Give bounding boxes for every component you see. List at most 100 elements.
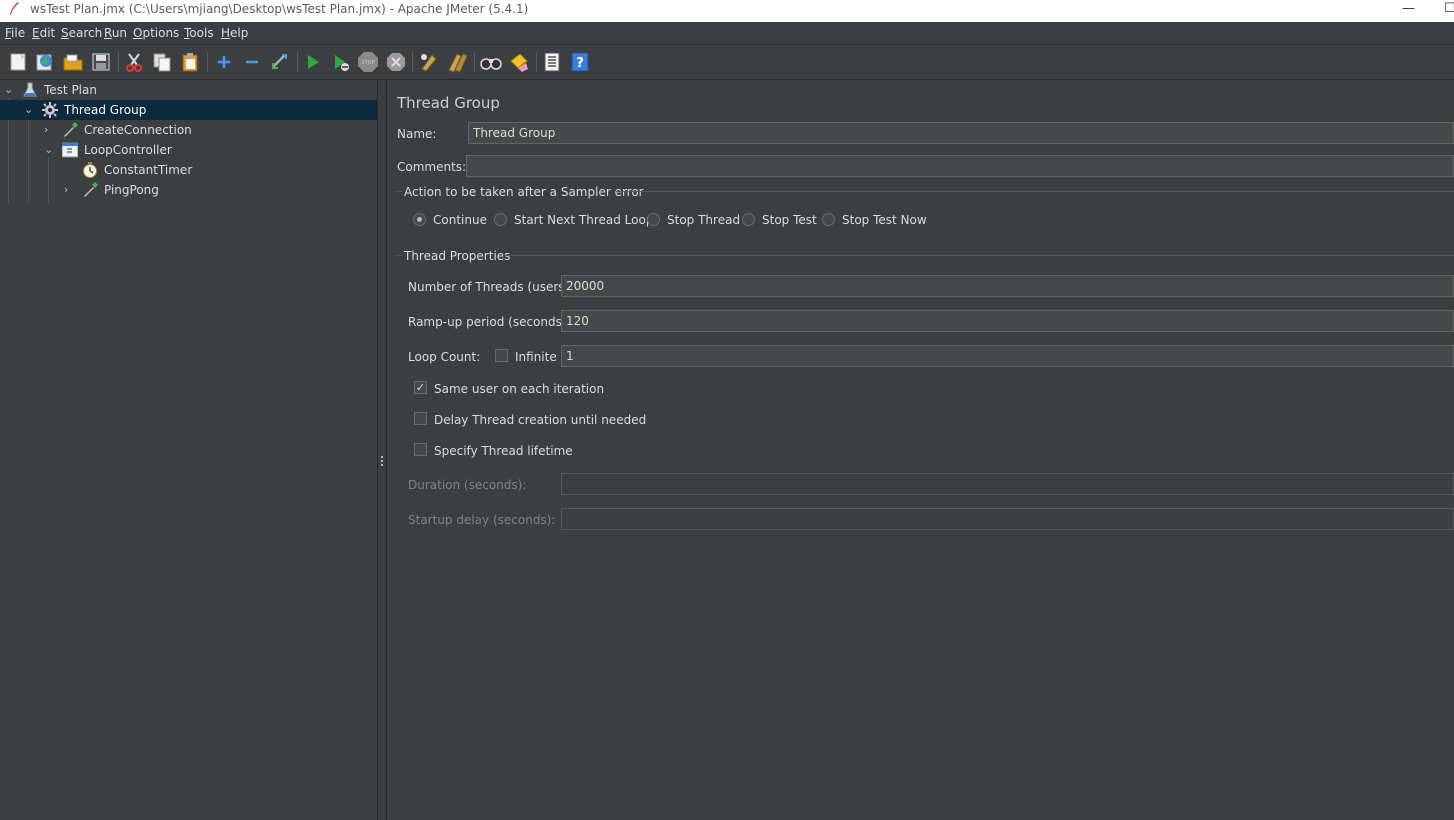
comments-field[interactable]: [466, 155, 1454, 177]
radio-stop-test-now[interactable]: [822, 213, 835, 226]
tree-node-test-plan[interactable]: ⌄ Test Plan: [0, 80, 377, 100]
reset-search-icon[interactable]: [508, 51, 530, 73]
section-border: [503, 255, 1454, 256]
panel-splitter[interactable]: [378, 80, 387, 820]
menu-bar: File Edit Search Run Options Tools Help: [0, 22, 1454, 45]
name-label: Name:: [397, 127, 437, 141]
thread-properties-legend: Thread Properties: [404, 249, 511, 263]
menu-help[interactable]: Help: [221, 26, 248, 40]
thread-lifetime-checkbox[interactable]: [414, 443, 427, 456]
section-border: [397, 255, 402, 256]
tree-node-loop-controller[interactable]: ⌄ LoopController: [0, 140, 377, 160]
menu-tools[interactable]: Tools: [184, 26, 214, 40]
tree-node-ping-pong[interactable]: › PingPong: [0, 180, 377, 200]
radio-continue[interactable]: [413, 213, 426, 226]
same-user-checkbox[interactable]: ✓: [414, 381, 427, 394]
radio-stop-thread-label: Stop Thread: [667, 213, 741, 227]
thread-lifetime-label: Specify Thread lifetime: [434, 444, 573, 458]
rampup-label: Ramp-up period (seconds):: [408, 315, 571, 329]
delay-thread-label: Delay Thread creation until needed: [434, 413, 647, 427]
tree-node-label: CreateConnection: [84, 123, 192, 137]
tree-node-label: Test Plan: [44, 83, 97, 97]
paste-icon[interactable]: [179, 51, 201, 73]
radio-stop-test[interactable]: [742, 213, 755, 226]
error-action-legend: Action to be taken after a Sampler error: [404, 185, 644, 199]
tree-node-thread-group[interactable]: ⌄ Thread Group: [0, 100, 377, 120]
radio-continue-label: Continue: [433, 213, 487, 227]
page-title: Thread Group: [397, 94, 500, 112]
section-border: [616, 191, 1454, 192]
jmeter-feather-icon: [10, 2, 19, 15]
search-icon[interactable]: [480, 51, 502, 73]
window-titlebar: wsTest Plan.jmx (C:\Users\mjiang\Desktop…: [0, 0, 1454, 22]
duration-field[interactable]: [561, 473, 1454, 495]
chevron-down-icon[interactable]: ⌄: [4, 80, 16, 100]
gear-icon: [42, 102, 58, 118]
splitter-grip-icon[interactable]: [381, 456, 383, 470]
menu-edit[interactable]: Edit: [32, 26, 55, 40]
toolbar-separator: [297, 52, 298, 72]
comments-label: Comments:: [397, 160, 467, 174]
pipette-icon: [64, 122, 78, 137]
copy-icon[interactable]: [151, 51, 173, 73]
delay-thread-checkbox[interactable]: [414, 412, 427, 425]
threads-field[interactable]: [561, 275, 1454, 297]
start-no-pause-icon[interactable]: [330, 51, 352, 73]
startup-delay-label: Startup delay (seconds):: [408, 513, 556, 527]
chevron-down-icon[interactable]: ⌄: [24, 100, 36, 120]
menu-file[interactable]: File: [5, 26, 25, 40]
toolbar-separator: [118, 52, 119, 72]
cut-icon[interactable]: [123, 51, 145, 73]
startup-delay-field[interactable]: [561, 508, 1454, 530]
loop-count-field[interactable]: [561, 345, 1454, 367]
expand-icon[interactable]: [213, 51, 235, 73]
chevron-down-icon[interactable]: ⌄: [44, 140, 56, 160]
loop-controller-icon: [62, 142, 78, 158]
flask-icon: [23, 82, 37, 97]
window-title: wsTest Plan.jmx (C:\Users\mjiang\Desktop…: [30, 2, 529, 16]
menu-search[interactable]: Search: [61, 26, 102, 40]
tree-node-label: PingPong: [104, 183, 159, 197]
minimize-button[interactable]: —: [1402, 1, 1415, 16]
toolbar-separator: [474, 52, 475, 72]
radio-stop-test-label: Stop Test: [762, 213, 817, 227]
save-icon[interactable]: [90, 51, 112, 73]
clear-icon[interactable]: [418, 51, 440, 73]
shutdown-icon[interactable]: [385, 51, 407, 73]
tree-node-create-connection[interactable]: › CreateConnection: [0, 120, 377, 140]
toolbar-separator: [536, 52, 537, 72]
start-icon[interactable]: [302, 51, 324, 73]
threads-label: Number of Threads (users):: [408, 280, 574, 294]
radio-stop-test-now-label: Stop Test Now: [842, 213, 927, 227]
clear-all-icon[interactable]: [446, 51, 468, 73]
chevron-right-icon[interactable]: ›: [64, 180, 76, 200]
new-icon[interactable]: [7, 51, 29, 73]
rampup-field[interactable]: [561, 310, 1454, 332]
chevron-right-icon[interactable]: ›: [44, 120, 56, 140]
toggle-icon[interactable]: [269, 51, 291, 73]
thread-group-editor: Thread Group Name: Comments: Action to b…: [387, 80, 1454, 820]
menu-run[interactable]: Run: [104, 26, 127, 40]
tree-node-label: Thread Group: [64, 103, 147, 117]
stop-icon[interactable]: STOP: [357, 51, 379, 73]
toolbar: STOP ?: [0, 45, 1454, 80]
toolbar-separator: [207, 52, 208, 72]
templates-icon[interactable]: [34, 51, 56, 73]
menu-options[interactable]: Options: [133, 26, 179, 40]
open-icon[interactable]: [62, 51, 84, 73]
section-border: [397, 191, 402, 192]
test-plan-tree: ⌄ Test Plan ⌄ Thread Group › CreateConne…: [0, 80, 378, 820]
function-helper-icon[interactable]: [541, 51, 563, 73]
collapse-icon[interactable]: [241, 51, 263, 73]
radio-stop-thread[interactable]: [647, 213, 660, 226]
stopwatch-icon: [83, 162, 97, 178]
loop-count-label: Loop Count:: [408, 350, 481, 364]
radio-start-next-thread-loop[interactable]: [494, 213, 507, 226]
infinite-checkbox[interactable]: [495, 349, 508, 362]
tree-node-constant-timer[interactable]: ConstantTimer: [0, 160, 377, 180]
name-field[interactable]: [468, 122, 1454, 144]
help-icon[interactable]: ?: [569, 51, 591, 73]
radio-start-next-thread-loop-label: Start Next Thread Loop: [514, 213, 654, 227]
maximize-button[interactable]: ☐: [1444, 1, 1454, 16]
tree-node-label: LoopController: [84, 143, 172, 157]
